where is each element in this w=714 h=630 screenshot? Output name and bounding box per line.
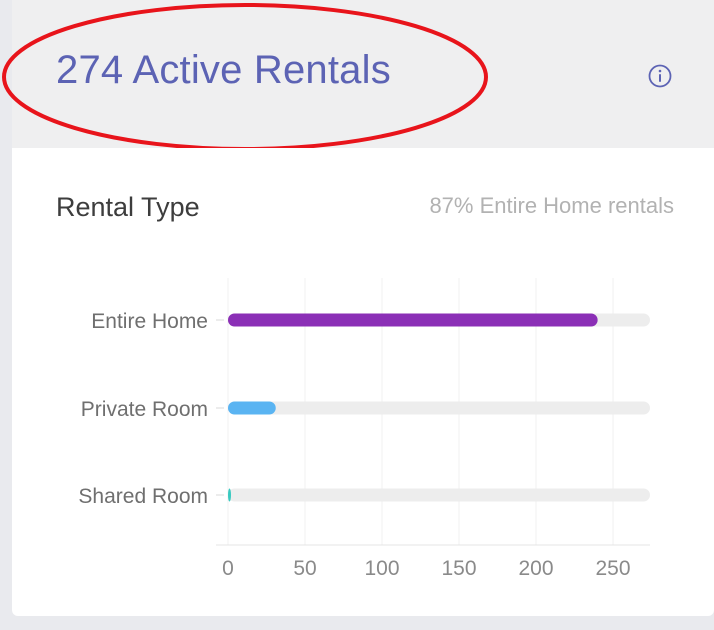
x-tick-label: 250 bbox=[596, 557, 631, 580]
x-tick-label: 100 bbox=[364, 557, 399, 580]
bar-track-1 bbox=[228, 401, 650, 415]
x-tick-label: 150 bbox=[441, 557, 476, 580]
category-label: Shared Room bbox=[78, 485, 208, 508]
bar-entire-home bbox=[228, 313, 598, 327]
bar-track-2 bbox=[228, 488, 650, 502]
category-label: Private Room bbox=[81, 398, 208, 421]
x-tick-label: 0 bbox=[222, 557, 234, 580]
rental-type-chart: Entire Home Private Room Shared Room 0 50 100… bbox=[78, 278, 650, 580]
bar-shared-room bbox=[228, 488, 231, 502]
bar-private-room bbox=[228, 401, 276, 415]
x-tick-label: 50 bbox=[293, 557, 316, 580]
x-tick-label: 200 bbox=[519, 557, 554, 580]
category-label: Entire Home bbox=[91, 310, 208, 333]
